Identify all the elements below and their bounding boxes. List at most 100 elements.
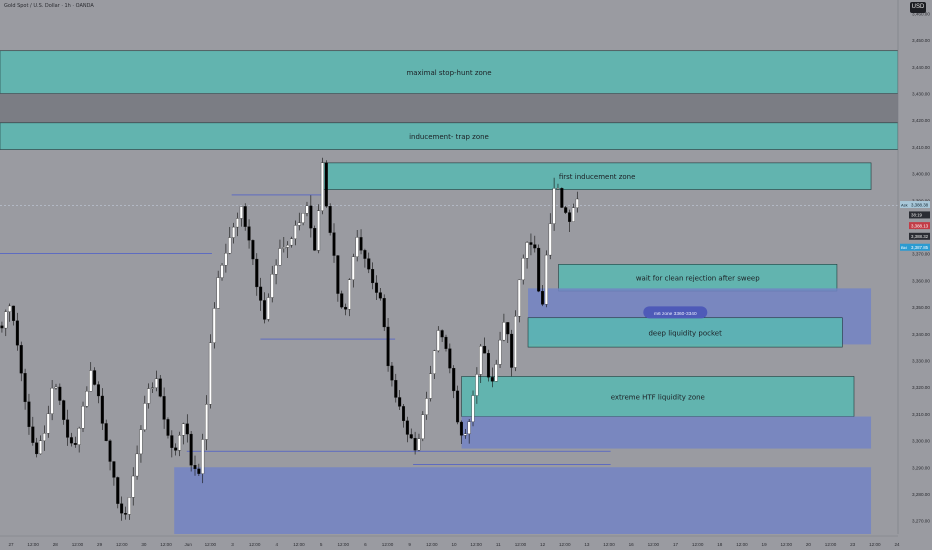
candle[interactable] — [46, 405, 50, 438]
zone-rect[interactable] — [0, 93, 898, 123]
price-badge[interactable]: 3,388.32 — [909, 232, 930, 240]
price-badge[interactable]: 38:19 — [909, 211, 930, 219]
candle[interactable] — [228, 226, 232, 255]
candle[interactable] — [235, 212, 239, 237]
candle[interactable] — [120, 496, 124, 521]
candle[interactable] — [282, 237, 286, 253]
candle[interactable] — [93, 367, 97, 386]
candle[interactable] — [363, 248, 367, 268]
candle[interactable] — [421, 411, 425, 442]
candle[interactable] — [278, 239, 282, 266]
candle[interactable] — [347, 278, 351, 317]
zone[interactable] — [174, 467, 872, 534]
candle[interactable] — [224, 243, 228, 273]
candle[interactable] — [313, 225, 317, 251]
candle[interactable] — [471, 390, 475, 427]
candle[interactable] — [85, 386, 89, 408]
candle[interactable] — [564, 205, 568, 214]
candle[interactable] — [270, 265, 274, 303]
candle[interactable] — [266, 293, 270, 322]
candle[interactable] — [436, 326, 440, 353]
candle[interactable] — [320, 157, 324, 215]
candle[interactable] — [208, 334, 212, 409]
candle[interactable] — [521, 254, 525, 285]
candle[interactable] — [571, 203, 575, 222]
candle[interactable] — [96, 381, 100, 404]
candle[interactable] — [351, 253, 355, 288]
candle[interactable] — [340, 290, 344, 309]
candle[interactable] — [19, 341, 23, 382]
candle[interactable] — [486, 349, 490, 382]
candle[interactable] — [31, 416, 35, 446]
candle[interactable] — [89, 362, 93, 392]
candle[interactable] — [189, 431, 193, 472]
candle[interactable] — [513, 310, 517, 372]
zone[interactable] — [461, 416, 872, 449]
candle[interactable] — [394, 373, 398, 403]
candle[interactable] — [355, 229, 359, 262]
candle[interactable] — [336, 255, 340, 302]
candle[interactable] — [170, 430, 174, 458]
candle[interactable] — [8, 303, 12, 322]
price-badge[interactable]: Ask 3,388.38 — [900, 201, 930, 209]
candle[interactable] — [212, 302, 216, 349]
candle[interactable] — [398, 390, 402, 411]
candle[interactable] — [58, 383, 62, 406]
candle[interactable] — [143, 395, 147, 432]
candle[interactable] — [544, 250, 548, 308]
candle[interactable] — [116, 476, 120, 509]
candle[interactable] — [456, 385, 460, 425]
candle[interactable] — [533, 235, 537, 253]
candle[interactable] — [382, 294, 386, 332]
candle[interactable] — [417, 433, 421, 452]
candle[interactable] — [166, 417, 170, 439]
candle[interactable] — [131, 467, 135, 506]
candle[interactable] — [123, 506, 127, 520]
candle[interactable] — [54, 383, 58, 390]
candle[interactable] — [104, 419, 108, 442]
zone[interactable]: maximal stop-hunt zone — [0, 50, 899, 94]
candle[interactable] — [62, 399, 66, 425]
candle[interactable] — [537, 244, 541, 293]
zone[interactable]: extreme HTF liquidity zone — [461, 376, 855, 417]
candle[interactable] — [112, 461, 116, 486]
candle[interactable] — [181, 422, 185, 445]
candle[interactable] — [432, 349, 436, 379]
candle[interactable] — [286, 241, 290, 258]
candle[interactable] — [108, 439, 112, 471]
candle[interactable] — [448, 343, 452, 374]
candle[interactable] — [429, 365, 433, 402]
candle[interactable] — [23, 368, 27, 410]
candle[interactable] — [39, 435, 43, 455]
candle[interactable] — [498, 331, 502, 369]
candle[interactable] — [344, 303, 348, 316]
price-badge[interactable]: Bid 3,387.85 — [900, 243, 930, 251]
candle[interactable] — [317, 204, 321, 254]
candle[interactable] — [510, 329, 514, 377]
zone[interactable]: first inducement zone — [322, 162, 872, 190]
candle[interactable] — [73, 436, 77, 448]
candle[interactable] — [409, 428, 413, 440]
candle[interactable] — [293, 220, 297, 246]
price-chart[interactable]: maximal stop-hunt zone inducement- trap z… — [0, 0, 932, 550]
candle[interactable] — [324, 160, 328, 208]
order-block-label[interactable]: m6 zone 3360-3340 — [643, 306, 708, 319]
candle[interactable] — [390, 361, 394, 387]
candle[interactable] — [440, 329, 444, 342]
candle[interactable] — [263, 292, 267, 324]
price-axis[interactable]: 3,270.00 3,280.00 3,290.00 3,300.00 3,310.00… — [897, 0, 932, 534]
candle[interactable] — [174, 443, 178, 456]
candle[interactable] — [42, 425, 46, 451]
candle[interactable] — [517, 279, 521, 323]
candle[interactable] — [232, 222, 236, 244]
candle[interactable] — [162, 387, 166, 429]
candle[interactable] — [69, 432, 73, 447]
zone-rect[interactable] — [461, 416, 872, 449]
candle[interactable] — [444, 334, 448, 352]
candle[interactable] — [151, 382, 155, 394]
candle[interactable] — [568, 209, 572, 233]
candle[interactable] — [405, 416, 409, 443]
candle[interactable] — [402, 404, 406, 428]
candle[interactable] — [541, 284, 545, 307]
candle[interactable] — [243, 203, 247, 231]
